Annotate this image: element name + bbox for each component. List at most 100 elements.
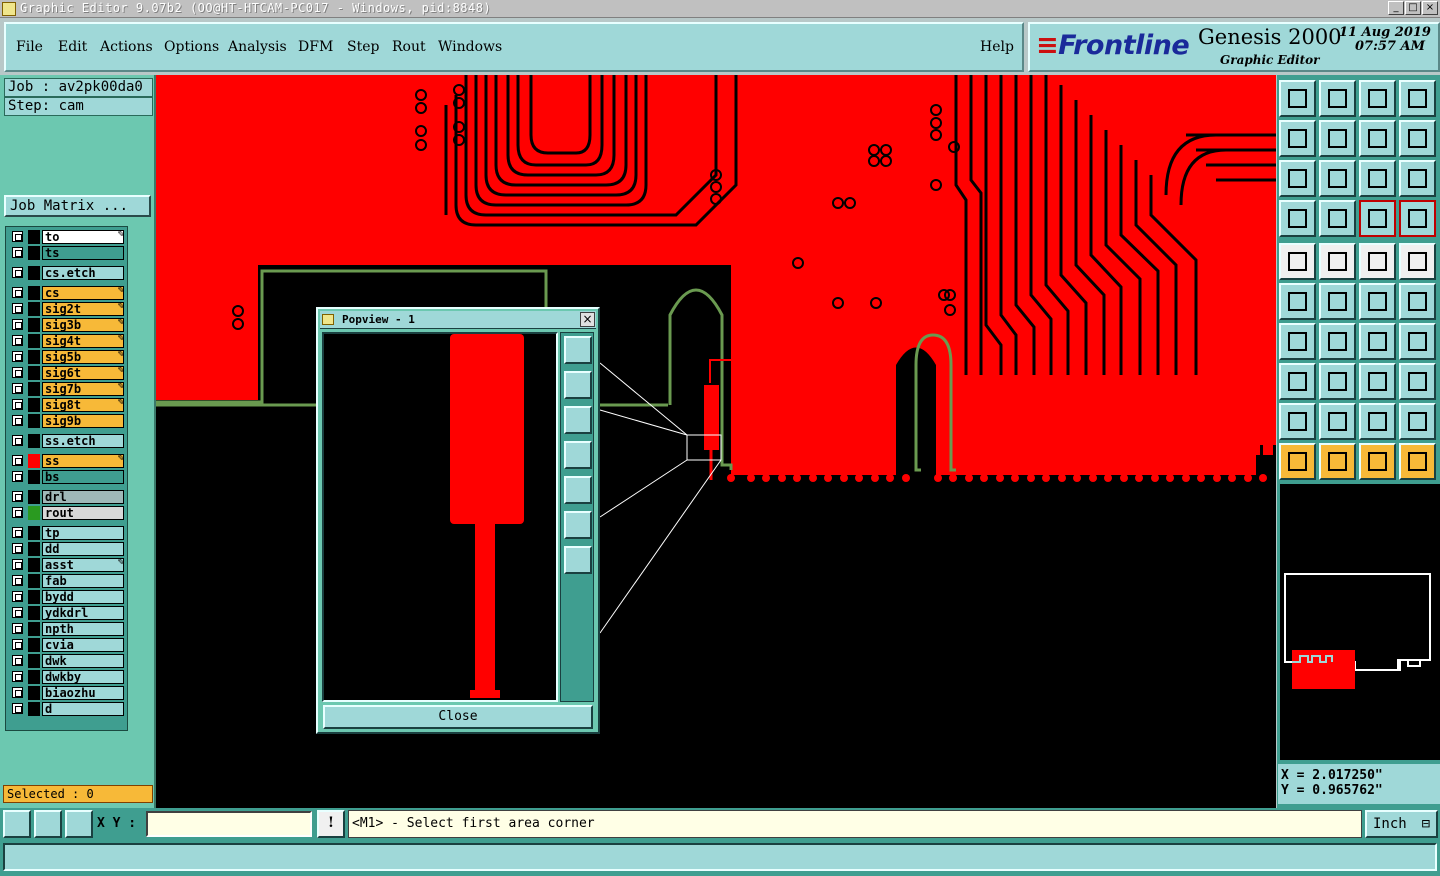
layer-color-swatch[interactable]: [28, 302, 40, 316]
ruler-icon[interactable]: [1359, 243, 1396, 280]
layer-name[interactable]: drl: [42, 490, 124, 504]
layer-row-cs-etch[interactable]: cs.etch: [9, 266, 127, 280]
layer-checkbox[interactable]: [12, 507, 23, 518]
job-matrix-button[interactable]: Job Matrix ...: [4, 195, 151, 217]
layer-color-swatch[interactable]: [28, 286, 40, 300]
help-query-icon[interactable]: [1399, 160, 1436, 197]
layer-row-d[interactable]: d: [9, 702, 127, 716]
grid-icon[interactable]: [1319, 200, 1356, 237]
zoom-1-2-icon[interactable]: [1359, 160, 1396, 197]
slope-icon[interactable]: [1319, 323, 1356, 360]
layer-color-swatch[interactable]: [28, 506, 40, 520]
popview-pan-right-icon[interactable]: [564, 476, 592, 504]
layer-row-sig2t[interactable]: sig2t ✎: [9, 302, 127, 316]
zoom-profile-icon[interactable]: [1359, 80, 1396, 117]
layer-color-swatch[interactable]: [28, 606, 40, 620]
layer-checkbox[interactable]: [12, 559, 23, 570]
layer-color-swatch[interactable]: [28, 366, 40, 380]
layer-color-swatch[interactable]: [28, 398, 40, 412]
layer-color-swatch[interactable]: [28, 246, 40, 260]
layer-row-bs[interactable]: bs: [9, 470, 127, 484]
minimize-button[interactable]: _: [1388, 1, 1404, 15]
layer-color-swatch[interactable]: [28, 558, 40, 572]
maximize-button[interactable]: □: [1405, 1, 1421, 15]
popview-close-icon[interactable]: ×: [580, 312, 595, 327]
layer-name[interactable]: cs: [42, 286, 124, 300]
snap-mode-icon[interactable]: [3, 810, 31, 838]
layer-checkbox[interactable]: [12, 687, 23, 698]
snap-settings-icon[interactable]: [1279, 200, 1316, 237]
layer-name[interactable]: npth: [42, 622, 124, 636]
layer-checkbox[interactable]: [12, 351, 23, 362]
layer-checkbox[interactable]: [12, 655, 23, 666]
layer-row-asst[interactable]: asst ✎: [9, 558, 127, 572]
popview-pan-up-icon[interactable]: [564, 371, 592, 399]
layer-color-swatch[interactable]: [28, 266, 40, 280]
layer-row-dd[interactable]: dd: [9, 542, 127, 556]
layer-checkbox[interactable]: [12, 267, 23, 278]
layer-checkbox[interactable]: [12, 471, 23, 482]
layer-row-fab[interactable]: fab: [9, 574, 127, 588]
layer-name[interactable]: bs: [42, 470, 124, 484]
layer-row-cvia[interactable]: cvia: [9, 638, 127, 652]
layer-color-swatch[interactable]: [28, 454, 40, 468]
menu-rout[interactable]: Rout: [392, 39, 426, 55]
layer-row-bydd[interactable]: bydd: [9, 590, 127, 604]
menu-help[interactable]: Help: [980, 39, 1014, 55]
layer-checkbox[interactable]: [12, 671, 23, 682]
arc-measure-alt-icon[interactable]: [1399, 403, 1436, 440]
layer-name[interactable]: sig9b: [42, 414, 124, 428]
layer-color-swatch[interactable]: [28, 334, 40, 348]
layer-row-sig4t[interactable]: sig4t ✎: [9, 334, 127, 348]
layer-name[interactable]: bydd: [42, 590, 124, 604]
layer-name[interactable]: sig2t: [42, 302, 124, 316]
layer-checkbox[interactable]: [12, 383, 23, 394]
layer-name[interactable]: rout: [42, 506, 124, 520]
layer-color-swatch[interactable]: [28, 686, 40, 700]
zoom-window-icon[interactable]: [1399, 80, 1436, 117]
popview-pan-down-icon[interactable]: [564, 406, 592, 434]
layer-color-swatch[interactable]: [28, 638, 40, 652]
measure-box-icon[interactable]: [1359, 363, 1396, 400]
layer-color-swatch[interactable]: [28, 622, 40, 636]
horizontal-line-icon[interactable]: [1319, 363, 1356, 400]
layer-color-swatch[interactable]: [28, 490, 40, 504]
layer-checkbox[interactable]: [12, 335, 23, 346]
menu-dfm[interactable]: DFM: [298, 39, 333, 55]
layer-checkbox[interactable]: [12, 399, 23, 410]
layer-row-sig7b[interactable]: sig7b ✎: [9, 382, 127, 396]
layer-name[interactable]: sig5b: [42, 350, 124, 364]
symbol-icon[interactable]: [1399, 363, 1436, 400]
line-icon[interactable]: [1319, 243, 1356, 280]
zoom-back-icon[interactable]: [1359, 120, 1396, 157]
layer-color-swatch[interactable]: [28, 434, 40, 448]
arc-measure-icon[interactable]: [1359, 403, 1396, 440]
layer-row-ydkdrl[interactable]: ydkdrl: [9, 606, 127, 620]
layer-color-swatch[interactable]: [28, 526, 40, 540]
layer-name[interactable]: dwkby: [42, 670, 124, 684]
layer-color-swatch[interactable]: [28, 318, 40, 332]
menu-options[interactable]: Options: [164, 39, 219, 55]
select-arrow-icon[interactable]: [1279, 443, 1316, 480]
alert-icon[interactable]: !: [317, 810, 345, 838]
layer-row-biaozhu[interactable]: biaozhu: [9, 686, 127, 700]
layer-row-dwkby[interactable]: dwkby: [9, 670, 127, 684]
zoom-out-icon[interactable]: [1319, 160, 1356, 197]
popview-close-button[interactable]: Close: [323, 705, 593, 729]
mirror-icon[interactable]: [1399, 323, 1436, 360]
layer-color-swatch[interactable]: [28, 350, 40, 364]
layer-row-rout[interactable]: rout: [9, 506, 127, 520]
redraw-icon[interactable]: [1399, 120, 1436, 157]
layer-row-tp[interactable]: tp: [9, 526, 127, 540]
layer-checkbox[interactable]: [12, 455, 23, 466]
feature-info-icon[interactable]: [1279, 363, 1316, 400]
zoom-page-icon[interactable]: [1319, 80, 1356, 117]
layer-name[interactable]: sig6t: [42, 366, 124, 380]
layer-name[interactable]: asst: [42, 558, 124, 572]
layer-name[interactable]: ydkdrl: [42, 606, 124, 620]
layer-checkbox[interactable]: [12, 703, 23, 714]
layer-color-swatch[interactable]: [28, 414, 40, 428]
layer-name[interactable]: dwk: [42, 654, 124, 668]
pan-left-icon[interactable]: [1279, 120, 1316, 157]
menu-analysis[interactable]: Analysis: [228, 39, 287, 55]
